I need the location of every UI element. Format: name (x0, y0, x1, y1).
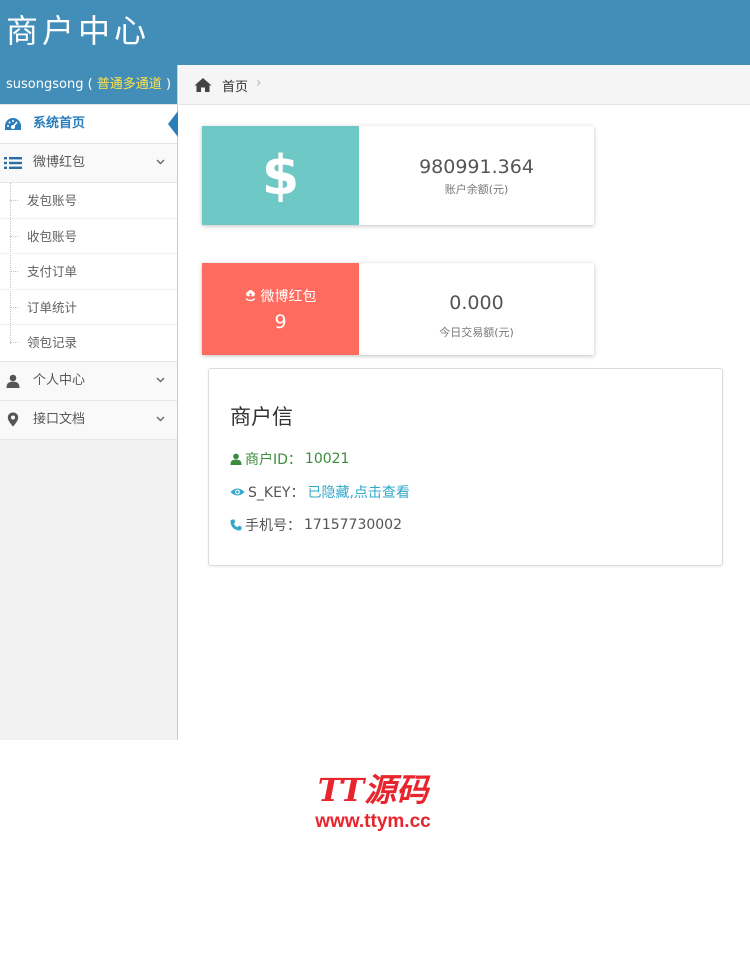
phone-icon (230, 519, 242, 531)
weibo-hongbao-title: 微博红包 (260, 289, 317, 305)
phone-value: 17157730002 (304, 517, 402, 533)
sidebar-item-label: 接口文档 (33, 411, 86, 427)
submenu-item-receive-accounts[interactable]: 收包账号 (0, 219, 177, 254)
map-marker-icon (4, 412, 22, 428)
active-indicator (168, 111, 178, 137)
sidebar-item-api-docs[interactable]: 接口文档 (0, 400, 177, 440)
merchant-id-row: 商户ID： 10021 (230, 449, 349, 469)
sidebar-item-label: 系统首页 (33, 116, 86, 131)
weibo-hongbao-panel: 微博红包 9 (202, 263, 359, 355)
watermark-logo: TT源码 (317, 771, 429, 809)
balance-card-icon-panel: $ (202, 126, 359, 225)
submenu-item-claim-records[interactable]: 领包记录 (0, 325, 177, 361)
sidebar-item-weibo-hongbao[interactable]: 微博红包 (0, 144, 177, 183)
watermark-url: www.ttym.cc (315, 811, 431, 832)
dollar-icon: $ (261, 143, 300, 207)
eye-icon (230, 488, 245, 496)
list-icon (4, 155, 22, 171)
skey-label: S_KEY： (248, 485, 305, 501)
phone-row: 手机号： 17157730002 (230, 515, 402, 535)
chevron-down-icon (156, 159, 165, 165)
breadcrumb-separator: › (256, 75, 262, 91)
top-header: 商户中心 (0, 0, 750, 65)
phone-label: 手机号： (245, 518, 301, 534)
dashboard-icon (4, 116, 22, 132)
app-title: 商户中心 (6, 12, 151, 50)
merchant-info-panel: 商户信 商户ID： 10021 S_KEY： 已隐藏,点击查看 手机号： 171577… (208, 368, 723, 566)
submenu-item-order-stats[interactable]: 订单统计 (0, 290, 177, 325)
home-icon[interactable] (194, 77, 212, 93)
submenu-item-send-accounts[interactable]: 发包账号 (0, 183, 177, 219)
user-icon (230, 453, 242, 465)
plan-name: 普通多通道 (96, 77, 162, 92)
merchant-id-label: 商户ID： (245, 452, 302, 468)
reveal-skey-link[interactable]: 已隐藏,点击查看 (307, 482, 409, 502)
user-info-bar: susongsong ( 普通多通道 ) (0, 65, 177, 105)
sidebar-item-personal-center[interactable]: 个人中心 (0, 361, 177, 401)
submenu-item-payment-orders[interactable]: 支付订单 (0, 254, 177, 290)
sidebar-item-label: 个人中心 (33, 372, 86, 388)
username: susongsong (6, 77, 84, 92)
chevron-down-icon (156, 416, 165, 421)
account-balance-value: 980991.364 (419, 156, 534, 178)
user-icon (4, 373, 22, 389)
balance-card-content: 980991.364 账户余额(元) (359, 126, 594, 225)
breadcrumb-home-link[interactable]: 首页 (222, 76, 248, 95)
account-balance-caption: 账户余额(元) (444, 183, 509, 196)
chevron-down-icon (156, 377, 165, 382)
weibo-hongbao-count: 9 (274, 311, 287, 333)
plan-close-paren: ) (161, 77, 172, 92)
sidebar-item-label: 微博红包 (33, 155, 86, 170)
today-volume-caption: 今日交易额(元) (439, 326, 514, 339)
merchant-id-value: 10021 (304, 451, 350, 467)
plan-open-paren: ( (83, 77, 97, 92)
weibo-hongbao-submenu: 发包账号 收包账号 支付订单 订单统计 领包记录 (0, 183, 177, 362)
today-volume-value: 0.000 (449, 292, 504, 314)
weibo-hongbao-card: 微博红包 9 0.000 今日交易额(元) (202, 263, 594, 355)
watermark: TT源码 www.ttym.cc (298, 770, 448, 834)
sidebar-item-dashboard[interactable]: 系统首页 (0, 105, 178, 144)
weibo-hongbao-title-row: 微博红包 (202, 286, 359, 306)
skey-row: S_KEY： 已隐藏,点击查看 (230, 482, 410, 502)
balance-card: $ 980991.364 账户余额(元) (202, 126, 594, 225)
breadcrumb: 首页 › (179, 65, 750, 105)
flower-icon (245, 290, 255, 302)
merchant-info-title: 商户信 (230, 405, 293, 429)
sidebar: susongsong ( 普通多通道 ) 系统首页 微博红包 发包账号 收包账号… (0, 65, 178, 740)
weibo-hongbao-content: 0.000 今日交易额(元) (359, 263, 594, 355)
